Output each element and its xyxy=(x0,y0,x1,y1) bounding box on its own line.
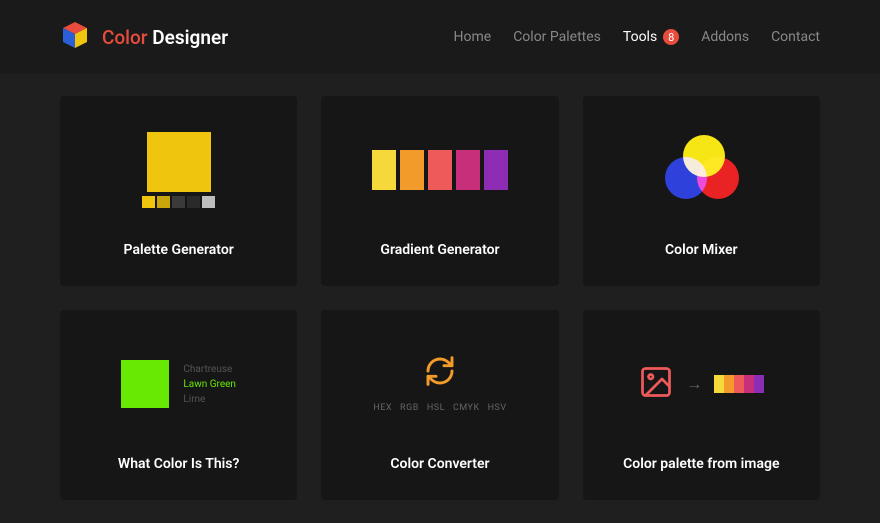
palette-from-image-icon: → xyxy=(603,334,800,434)
card-palette-from-image[interactable]: → Color palette from image xyxy=(583,310,820,500)
nav-home[interactable]: Home xyxy=(454,29,492,45)
swatch xyxy=(121,360,169,408)
format-list: HEX RGB HSL CMYK HSV xyxy=(373,403,506,413)
brand[interactable]: Color Designer xyxy=(60,20,228,54)
palette-generator-icon xyxy=(80,120,277,220)
card-palette-generator[interactable]: Palette Generator xyxy=(60,96,297,286)
palette-strip xyxy=(142,196,215,208)
nav: Home Color Palettes Tools 8 Addons Conta… xyxy=(454,29,821,45)
card-title: Color Mixer xyxy=(665,242,738,258)
header: Color Designer Home Color Palettes Tools… xyxy=(0,0,880,74)
color-mixer-icon xyxy=(603,120,800,220)
card-title: Palette Generator xyxy=(124,242,234,258)
nav-contact[interactable]: Contact xyxy=(771,29,820,45)
card-title: What Color Is This? xyxy=(118,456,239,472)
gradient-generator-icon xyxy=(341,120,538,220)
card-what-color[interactable]: Chartreuse Lawn Green Lime What Color Is… xyxy=(60,310,297,500)
color-converter-icon: HEX RGB HSL CMYK HSV xyxy=(341,334,538,434)
card-color-converter[interactable]: HEX RGB HSL CMYK HSV Color Converter xyxy=(321,310,558,500)
image-icon xyxy=(638,364,674,404)
sync-icon xyxy=(424,355,456,391)
logo-cube-icon xyxy=(60,20,90,54)
nav-tools-label: Tools xyxy=(623,29,657,45)
nav-addons[interactable]: Addons xyxy=(701,29,749,45)
color-name-list: Chartreuse Lawn Green Lime xyxy=(183,364,236,405)
what-color-icon: Chartreuse Lawn Green Lime xyxy=(80,334,277,434)
result-strip xyxy=(714,375,764,393)
tools-grid: Palette Generator Gradient Generator xyxy=(60,96,820,500)
card-color-mixer[interactable]: Color Mixer xyxy=(583,96,820,286)
nav-palettes[interactable]: Color Palettes xyxy=(513,29,601,45)
card-gradient-generator[interactable]: Gradient Generator xyxy=(321,96,558,286)
nav-tools[interactable]: Tools 8 xyxy=(623,29,679,45)
brand-title: Color Designer xyxy=(102,26,228,49)
arrow-right-icon: → xyxy=(686,374,702,394)
tools-badge: 8 xyxy=(663,29,679,45)
card-title: Color palette from image xyxy=(623,456,779,472)
card-title: Color Converter xyxy=(390,456,489,472)
card-title: Gradient Generator xyxy=(380,242,499,258)
main: Palette Generator Gradient Generator xyxy=(0,74,880,523)
